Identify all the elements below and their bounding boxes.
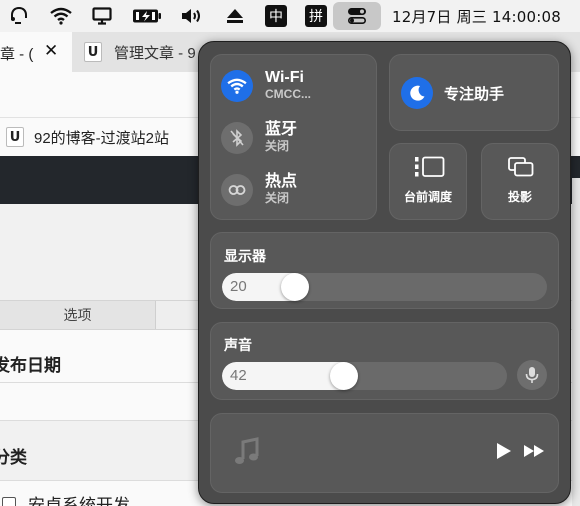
- bluetooth-label: 蓝牙: [265, 121, 298, 138]
- wifi-network-name: CMCC...: [265, 87, 311, 101]
- focus-tile[interactable]: 专注助手: [389, 54, 559, 131]
- screen-mirroring-icon: [508, 157, 534, 182]
- bookmark-item[interactable]: 92的博客-过渡站2站: [34, 127, 169, 148]
- bookmark-favicon: U: [6, 127, 24, 147]
- microphone-icon[interactable]: [517, 360, 547, 390]
- screen-mirroring-tile[interactable]: 投影: [481, 143, 559, 220]
- music-note-icon: [233, 437, 261, 472]
- ime-pinyin-indicator[interactable]: 拼: [305, 5, 327, 27]
- sound-slider-knob[interactable]: [329, 362, 358, 390]
- category-label: 分类: [0, 448, 27, 467]
- category-checkbox[interactable]: [2, 496, 16, 506]
- now-playing-tile: [210, 413, 559, 493]
- monitor-icon[interactable]: [88, 4, 116, 28]
- bluetooth-toggle[interactable]: 蓝牙 关闭: [221, 121, 297, 154]
- display-label: 显示器: [224, 248, 266, 264]
- display-brightness-slider[interactable]: 20: [222, 273, 547, 301]
- publish-date-label: 发布日期: [0, 356, 61, 375]
- eject-icon[interactable]: [221, 4, 249, 28]
- category-option-label: 安卓系统开发: [28, 496, 130, 506]
- browser-tab[interactable]: U 管理文章 - 9: [84, 40, 196, 64]
- category-option[interactable]: 安卓系统开发: [2, 491, 130, 506]
- fast-forward-icon[interactable]: [523, 444, 545, 463]
- stage-manager-label: 台前调度: [403, 190, 452, 204]
- tab-title: 章 - (: [0, 46, 34, 63]
- bluetooth-status: 关闭: [265, 139, 290, 153]
- sound-volume-slider[interactable]: 42: [222, 362, 507, 390]
- display-value: 20: [230, 278, 247, 295]
- hotspot-status: 关闭: [265, 191, 290, 205]
- hotspot-label: 热点: [265, 173, 298, 190]
- menu-bar: 中 拼 12月7日 周三 14:00:08: [0, 0, 580, 32]
- headset-icon[interactable]: [5, 4, 33, 28]
- screen-mirroring-label: 投影: [507, 190, 532, 204]
- options-column-header[interactable]: 选项: [0, 301, 156, 329]
- hotspot-toggle[interactable]: 热点 关闭: [221, 173, 297, 206]
- wifi-icon[interactable]: [221, 69, 253, 102]
- tab-title: 管理文章 - 9: [114, 44, 196, 62]
- focus-label: 专注助手: [444, 85, 505, 103]
- browser-tab-active[interactable]: 章 - ( ✕: [0, 32, 72, 72]
- connectivity-tile: Wi-Fi CMCC... 蓝牙 关闭 热点 关闭: [210, 54, 377, 220]
- site-favicon: U: [84, 42, 102, 62]
- volume-icon[interactable]: [178, 4, 206, 28]
- ime-chinese-indicator[interactable]: 中: [265, 5, 287, 27]
- battery-charging-icon[interactable]: [131, 4, 163, 28]
- wifi-toggle[interactable]: Wi-Fi CMCC...: [221, 69, 311, 102]
- sound-label: 声音: [224, 337, 252, 353]
- page-scrollbar[interactable]: [572, 178, 580, 506]
- wifi-label: Wi-Fi: [265, 69, 304, 86]
- toggles-icon: [347, 8, 366, 25]
- stage-manager-icon: [415, 156, 445, 183]
- sound-value: 42: [230, 367, 247, 384]
- sound-tile: 声音 42: [210, 322, 559, 400]
- wifi-icon[interactable]: [47, 4, 75, 28]
- clock[interactable]: 12月7日 周三 14:00:08: [392, 6, 561, 27]
- close-tab-icon[interactable]: ✕: [44, 41, 58, 61]
- bluetooth-icon[interactable]: [221, 121, 253, 154]
- play-icon[interactable]: [496, 442, 512, 465]
- hotspot-icon[interactable]: [221, 173, 253, 206]
- control-center-button[interactable]: [333, 2, 381, 30]
- stage-manager-tile[interactable]: 台前调度: [389, 143, 467, 220]
- control-center-panel: Wi-Fi CMCC... 蓝牙 关闭 热点 关闭 专注助手 台前调度 投影 显…: [198, 41, 571, 504]
- display-tile: 显示器 20: [210, 232, 559, 309]
- moon-icon: [401, 77, 433, 109]
